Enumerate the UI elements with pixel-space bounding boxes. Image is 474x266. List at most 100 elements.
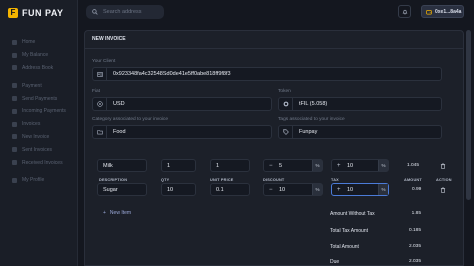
download-icon — [12, 160, 17, 166]
brand-logo[interactable]: F FUN PAY — [8, 8, 64, 18]
sidebar-item-label: Address Book — [22, 64, 54, 71]
category-select[interactable]: Food — [92, 125, 272, 139]
wallet-icon — [426, 9, 432, 14]
minus-icon[interactable]: − — [269, 163, 273, 169]
fiat-label: Fiat — [92, 89, 100, 94]
tags-input[interactable]: Funpay — [278, 125, 442, 139]
new-item-button[interactable]: + New Item — [103, 210, 131, 216]
row1-qty-input[interactable]: 1 — [161, 159, 196, 172]
sidebar-item-label: My Balance — [22, 52, 49, 59]
row1-unit-price-input[interactable]: 1 — [210, 159, 250, 172]
sidebar-item-label: Received Invoices — [22, 159, 63, 166]
scrollbar[interactable] — [466, 30, 471, 200]
col-header-description: DESCRIPTION — [99, 178, 128, 182]
plus-icon[interactable]: + — [337, 187, 341, 193]
row1-description: Milk — [103, 162, 113, 169]
sidebar-item-payment[interactable]: Payment — [0, 79, 78, 92]
fiat-icon-box — [93, 98, 107, 110]
row1-amount: 1.045 — [407, 163, 420, 168]
plus-icon[interactable]: + — [337, 163, 341, 169]
search-input[interactable] — [103, 9, 159, 15]
id-card-icon — [96, 71, 103, 77]
total-amount-value: 2.035 — [408, 244, 421, 249]
invoice-icon — [12, 121, 17, 127]
total-tax-label: Total Tax Amount — [330, 228, 368, 234]
sidebar-item-home[interactable]: Home — [0, 36, 78, 49]
trash-icon — [440, 163, 446, 169]
row2-discount: 10 — [279, 186, 286, 193]
wallet-button[interactable]: 0xe1...8a4a — [421, 5, 464, 18]
sidebar-item-received-invoices[interactable]: Received Invoices — [0, 156, 78, 169]
row2-description-input[interactable]: Sugar — [97, 183, 147, 196]
send-icon — [12, 96, 17, 102]
minus-icon[interactable]: − — [269, 187, 273, 193]
new-item-label: New Item — [109, 210, 132, 216]
row2-qty-input[interactable]: 10 — [161, 183, 196, 196]
row2-tax: 10 — [347, 186, 354, 193]
row2-qty: 10 — [167, 186, 174, 193]
row1-qty: 1 — [167, 162, 171, 169]
col-header-tax: TAX — [331, 178, 339, 182]
row1-description-input[interactable]: Milk — [97, 159, 147, 172]
panel-title: NEW INVOICE — [92, 36, 126, 42]
notifications-button[interactable] — [398, 5, 411, 18]
logo-icon: F — [8, 8, 18, 18]
sidebar-item-new-invoice[interactable]: New Invoice — [0, 131, 78, 144]
wallet-icon — [12, 52, 17, 58]
client-address-field[interactable]: 0x923348fa4c32548Sd0de41e5ff0abe818ff9f8… — [92, 67, 442, 81]
token-select[interactable]: tFIL (5.058) — [278, 97, 442, 111]
row1-delete-button[interactable] — [439, 162, 447, 170]
row2-discount-input[interactable]: − 10 % — [263, 183, 323, 196]
sidebar-item-address-book[interactable]: Address Book — [0, 62, 78, 75]
token-label: Token — [278, 89, 291, 94]
amount-without-tax-value: 1.85 — [411, 211, 421, 216]
row1-tax-input[interactable]: + 10 % — [331, 159, 389, 172]
category-value: Food — [113, 129, 126, 135]
token-icon — [283, 101, 288, 107]
row2-tax-input[interactable]: + 10 % — [331, 183, 389, 196]
tags-label: Tags associated to your invoice — [278, 117, 345, 122]
row1-unit-price: 1 — [216, 162, 220, 169]
sidebar-item-my-balance[interactable]: My Balance — [0, 49, 78, 62]
sidebar-item-incoming-payments[interactable]: Incoming Payments — [0, 105, 78, 118]
bell-icon — [402, 9, 407, 15]
outbox-icon — [12, 147, 17, 153]
col-header-qty: QTY — [161, 178, 170, 182]
sidebar-item-label: Payment — [22, 82, 42, 89]
col-header-amount: AMOUNT — [404, 178, 422, 182]
col-header-discount: DISCOUNT — [263, 178, 285, 182]
wallet-address: 0xe1...8a4a — [435, 8, 462, 15]
sidebar-item-label: New Invoice — [22, 133, 50, 140]
col-header-unit-price: UNIT PRICE — [210, 178, 234, 182]
sidebar-item-label: My Profile — [22, 177, 45, 184]
percent-addon: % — [378, 160, 388, 171]
search-icon — [92, 9, 98, 15]
row1-discount-input[interactable]: − 5 % — [263, 159, 323, 172]
sidebar: F FUN PAY Home My Balance Address Book P… — [0, 0, 78, 266]
book-icon — [12, 65, 17, 71]
tags-value: Funpay — [299, 129, 318, 135]
row1-tax: 10 — [347, 162, 354, 169]
folder-icon — [96, 130, 103, 135]
brand-name: FUN PAY — [22, 8, 64, 18]
percent-addon: % — [378, 184, 388, 195]
sidebar-item-sent-invoices[interactable]: Sent Invoices — [0, 143, 78, 156]
col-header-action: ACTION — [436, 178, 452, 182]
row2-amount: 0.99 — [412, 187, 422, 192]
tags-icon-box — [279, 126, 293, 138]
client-address-value: 0x923348fa4c32548Sd0de41e5ff0abe818ff9f8… — [113, 71, 231, 77]
client-label: Your Client — [92, 59, 116, 64]
sidebar-item-send-payments[interactable]: Send Payments — [0, 92, 78, 105]
sidebar-item-my-profile[interactable]: My Profile — [0, 174, 78, 187]
fiat-select[interactable]: USD — [92, 97, 272, 111]
token-icon-box — [279, 98, 293, 110]
row2-delete-button[interactable] — [439, 186, 447, 194]
trash-icon — [440, 187, 446, 193]
search-bar — [86, 5, 164, 19]
due-value: 2.035 — [408, 259, 421, 264]
row2-unit-price-input[interactable]: 0.1 — [210, 183, 250, 196]
category-label: Category associated to your invoice — [92, 117, 168, 122]
plus-icon: + — [103, 210, 106, 216]
sidebar-item-label: Incoming Payments — [22, 108, 66, 115]
sidebar-item-invoices[interactable]: Invoices — [0, 118, 78, 131]
